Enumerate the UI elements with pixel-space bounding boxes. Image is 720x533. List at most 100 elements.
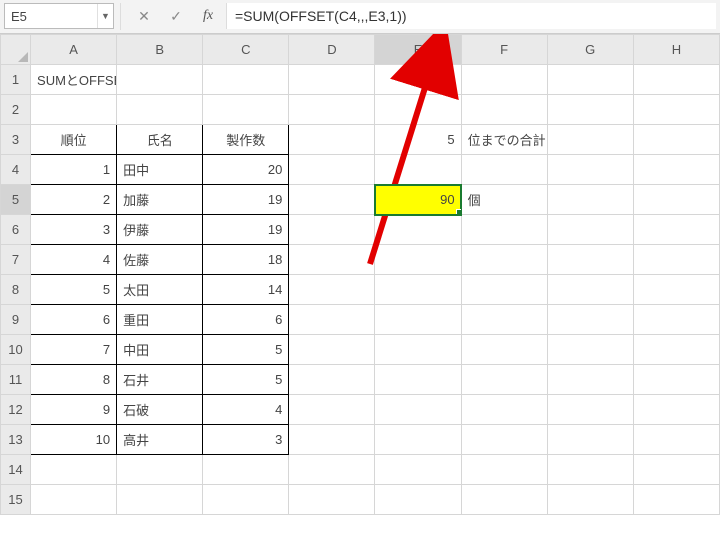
cell-G12[interactable] (547, 395, 633, 425)
cell-H8[interactable] (633, 275, 719, 305)
cell-F1[interactable] (461, 65, 547, 95)
worksheet-grid[interactable]: A B C D E F G H 1SUMとOFFSETを応用した合計23順位氏名… (0, 34, 720, 515)
name-cell[interactable]: 重田 (117, 305, 203, 335)
cell-G5[interactable] (547, 185, 633, 215)
rank-cell[interactable]: 6 (31, 305, 117, 335)
cell-B15[interactable] (117, 485, 203, 515)
input-label-cell[interactable]: 位までの合計 (461, 125, 547, 155)
col-header-B[interactable]: B (117, 35, 203, 65)
name-cell[interactable]: 中田 (117, 335, 203, 365)
count-cell[interactable]: 19 (203, 215, 289, 245)
count-cell[interactable]: 18 (203, 245, 289, 275)
name-box-dropdown[interactable]: ▼ (97, 4, 113, 28)
row-header-13[interactable]: 13 (1, 425, 31, 455)
header-rank[interactable]: 順位 (31, 125, 117, 155)
col-header-C[interactable]: C (203, 35, 289, 65)
cell-E14[interactable] (375, 455, 461, 485)
row-header-15[interactable]: 15 (1, 485, 31, 515)
name-cell[interactable]: 石井 (117, 365, 203, 395)
cell-G6[interactable] (547, 215, 633, 245)
cell-H2[interactable] (633, 95, 719, 125)
cell-G3[interactable] (547, 125, 633, 155)
cell-H6[interactable] (633, 215, 719, 245)
cell-E15[interactable] (375, 485, 461, 515)
cell-G9[interactable] (547, 305, 633, 335)
rank-cell[interactable]: 9 (31, 395, 117, 425)
row-header-3[interactable]: 3 (1, 125, 31, 155)
selected-cell[interactable]: 90 (375, 185, 461, 215)
cell-G8[interactable] (547, 275, 633, 305)
row-header-10[interactable]: 10 (1, 335, 31, 365)
count-cell[interactable]: 5 (203, 365, 289, 395)
header-count[interactable]: 製作数 (203, 125, 289, 155)
cell-C2[interactable] (203, 95, 289, 125)
cell-H15[interactable] (633, 485, 719, 515)
cell-D10[interactable] (289, 335, 375, 365)
cell-F2[interactable] (461, 95, 547, 125)
cell-H5[interactable] (633, 185, 719, 215)
col-header-F[interactable]: F (461, 35, 547, 65)
cell-H14[interactable] (633, 455, 719, 485)
cell-D2[interactable] (289, 95, 375, 125)
cell-F12[interactable] (461, 395, 547, 425)
cell-G2[interactable] (547, 95, 633, 125)
cell-G14[interactable] (547, 455, 633, 485)
cell-G13[interactable] (547, 425, 633, 455)
cell-A14[interactable] (31, 455, 117, 485)
enter-button[interactable]: ✓ (162, 3, 190, 29)
row-header-11[interactable]: 11 (1, 365, 31, 395)
rank-cell[interactable]: 2 (31, 185, 117, 215)
row-header-12[interactable]: 12 (1, 395, 31, 425)
count-cell[interactable]: 14 (203, 275, 289, 305)
cell-D7[interactable] (289, 245, 375, 275)
row-header-6[interactable]: 6 (1, 215, 31, 245)
cell-C14[interactable] (203, 455, 289, 485)
rank-cell[interactable]: 10 (31, 425, 117, 455)
cell-C1[interactable] (203, 65, 289, 95)
cell-F15[interactable] (461, 485, 547, 515)
result-unit-cell[interactable]: 個 (461, 185, 547, 215)
count-cell[interactable]: 20 (203, 155, 289, 185)
col-header-E[interactable]: E (375, 35, 461, 65)
title-cell[interactable]: SUMとOFFSETを応用した合計 (31, 65, 117, 95)
cell-F6[interactable] (461, 215, 547, 245)
name-cell[interactable]: 佐藤 (117, 245, 203, 275)
cell-D3[interactable] (289, 125, 375, 155)
name-cell[interactable]: 太田 (117, 275, 203, 305)
cell-D15[interactable] (289, 485, 375, 515)
cell-G7[interactable] (547, 245, 633, 275)
name-cell[interactable]: 田中 (117, 155, 203, 185)
cell-H4[interactable] (633, 155, 719, 185)
col-header-G[interactable]: G (547, 35, 633, 65)
row-header-2[interactable]: 2 (1, 95, 31, 125)
rank-cell[interactable]: 8 (31, 365, 117, 395)
cell-G15[interactable] (547, 485, 633, 515)
cell-D14[interactable] (289, 455, 375, 485)
col-header-A[interactable]: A (31, 35, 117, 65)
select-all-corner[interactable] (1, 35, 31, 65)
cell-D1[interactable] (289, 65, 375, 95)
cell-F4[interactable] (461, 155, 547, 185)
cell-A2[interactable] (31, 95, 117, 125)
cell-H13[interactable] (633, 425, 719, 455)
cell-D4[interactable] (289, 155, 375, 185)
rank-cell[interactable]: 1 (31, 155, 117, 185)
row-header-5[interactable]: 5 (1, 185, 31, 215)
cell-E8[interactable] (375, 275, 461, 305)
cell-H1[interactable] (633, 65, 719, 95)
row-header-7[interactable]: 7 (1, 245, 31, 275)
name-cell[interactable]: 伊藤 (117, 215, 203, 245)
cell-H3[interactable] (633, 125, 719, 155)
cell-D11[interactable] (289, 365, 375, 395)
cancel-button[interactable]: ✕ (130, 3, 158, 29)
cell-E12[interactable] (375, 395, 461, 425)
cell-E6[interactable] (375, 215, 461, 245)
cell-H11[interactable] (633, 365, 719, 395)
cell-H9[interactable] (633, 305, 719, 335)
count-cell[interactable]: 4 (203, 395, 289, 425)
cell-E7[interactable] (375, 245, 461, 275)
cell-E1[interactable] (375, 65, 461, 95)
cell-F13[interactable] (461, 425, 547, 455)
name-cell[interactable]: 石破 (117, 395, 203, 425)
insert-function-button[interactable]: fx (194, 3, 222, 29)
